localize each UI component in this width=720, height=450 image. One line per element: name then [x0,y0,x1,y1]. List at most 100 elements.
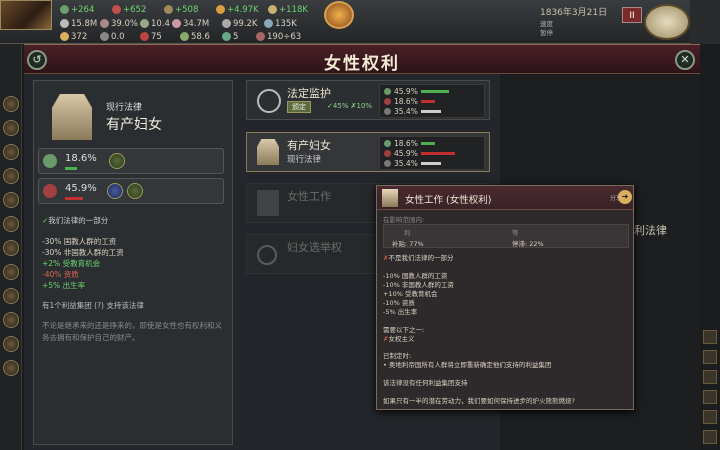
tech-icon[interactable] [3,240,19,256]
stat-authority[interactable]: 190÷63 [256,30,301,43]
interest-group-row[interactable]: 45.9% [38,178,224,204]
literacy-icon [100,19,109,28]
stat-population[interactable]: 15.8M [60,17,97,30]
game-date: 1836年3月21日 [540,8,608,18]
effect-line: -30% 国教人群的工资 [42,237,117,246]
sol-icon [140,19,149,28]
country-flag[interactable] [0,0,52,30]
money-icon [216,5,225,14]
economy-icon[interactable] [3,192,19,208]
diplomacy-nav-icon[interactable] [3,144,19,160]
army-icon [222,19,231,28]
clock-icon[interactable] [644,4,690,40]
navy-icon [264,19,273,28]
government-icon[interactable] [3,96,19,112]
guardianship-icon [257,89,281,113]
support-breakdown: 18.6% 45.9% 35.4% [379,136,485,170]
event-icon[interactable] [324,1,354,29]
approval-bar [65,197,83,200]
female-symbol-icon [257,245,277,265]
approval-bar [65,167,77,170]
stat-prestige[interactable]: 372 [60,30,87,43]
authority-icon [60,5,69,14]
top-bar: +264 +652 +508 +4.97K +118K 15.8M 39.0% … [0,0,720,44]
stat-navy[interactable]: 135K [264,17,297,30]
politics-icon[interactable] [3,120,19,136]
effect-line: -40% 资质 [42,270,79,279]
enact-chance: ✓45% ✗10% [327,102,373,110]
bureaucracy-icon [164,5,173,14]
journal-icon[interactable] [3,288,19,304]
infamy-icon [100,32,109,41]
enact-button[interactable]: 颁定 [287,101,311,113]
back-button[interactable]: ↺ [27,50,47,70]
stat-bureaucracy[interactable]: +508 [164,3,198,16]
stat-movements[interactable]: 5 [222,30,238,43]
ig-icon [384,98,391,105]
interest-group-row[interactable]: 18.6% [38,148,224,174]
background-label: 利法律 [634,224,667,237]
gdp-icon [172,19,181,28]
law-card-legal-guardianship[interactable]: 法定监护 颁定 ✓45% ✗10% 45.9% 18.6% 35.4% [246,80,490,120]
effect-line: -30% 非国教人群的工资 [42,248,124,257]
map-mode-icon[interactable] [703,370,717,384]
influence-icon [112,5,121,14]
current-law-name: 有产妇女 [106,117,162,133]
stat-infamy[interactable]: 0.0 [100,30,125,43]
page-title: 女性权利 [324,54,400,74]
map-mode-icon[interactable] [703,330,717,344]
stat-treasury[interactable]: +4.97K [216,3,259,16]
research-icon [180,32,189,41]
stat-research[interactable]: 58.6 [180,30,210,43]
movement-icon [222,32,231,41]
law-tooltip: 女性工作 (女性权利) 分享 ➜ 在影响范围内: 利 等 补贴: 77% 停滞:… [376,185,634,410]
ig-icon [384,140,391,147]
stat-influence[interactable]: +652 [112,3,146,16]
stat-sol[interactable]: 10.4 [140,17,170,30]
map-mode-icon[interactable] [703,430,717,444]
ledger-icon[interactable] [3,336,19,352]
building-icon [382,189,398,207]
menu-panel[interactable] [690,0,720,44]
law-card-propertied-women[interactable]: 有产妇女 现行法律 18.6% 45.9% 35.4% [246,132,490,172]
left-sidebar [0,44,22,450]
effect-line: +2% 受教育机会 [42,259,101,268]
stat-diplomacy[interactable]: 75 [140,30,162,43]
panel-header: 女性权利 [24,44,700,74]
trade-icon[interactable] [3,216,19,232]
coin-icon [268,5,277,14]
population-icon [60,19,69,28]
ig-leader-icon[interactable] [127,183,143,199]
diplomacy-icon [140,32,149,41]
ig-icon [384,160,391,167]
ig-leader-icon[interactable] [107,183,123,199]
stat-army[interactable]: 99.2K [222,17,258,30]
culture-icon[interactable] [3,264,19,280]
military-icon[interactable] [3,168,19,184]
map-mode-icon[interactable] [703,410,717,424]
landowners-icon [43,184,57,198]
rural-folk-icon [43,154,57,168]
not-part-label: ✗不是我们法律的一部分 [383,254,454,262]
outliner-icon[interactable] [3,360,19,376]
close-button[interactable]: ✕ [675,50,695,70]
building-icon [52,94,92,140]
ig-leader-icon[interactable] [109,153,125,169]
stat-income[interactable]: +118K [268,3,308,16]
effect-line: +5% 出生率 [42,281,86,290]
prestige-icon [60,32,69,41]
map-mode-icon[interactable] [703,390,717,404]
market-icon[interactable] [3,312,19,328]
is-part-label: ✓我们法律的一部分 [42,216,109,225]
map-mode-icon[interactable] [703,350,717,364]
ig-icon [384,88,391,95]
stat-legitimacy[interactable]: +264 [60,3,94,16]
law-description: 不论是继承来的还是挣来的，即使是女性也有权利和义务去拥有和保护自己的财产。 [42,321,222,342]
support-summary[interactable]: 有1个利益集团 (?) 支持该法律 [42,300,144,311]
stat-gdp[interactable]: 34.7M [172,17,209,30]
enactment-stats: 利 等 补贴: 77% 停滞: 22% [383,224,629,248]
pause-button[interactable]: II [622,7,642,23]
stat-literacy[interactable]: 39.0% [100,17,138,30]
pin-tooltip-button[interactable]: ➜ [618,190,632,204]
ig-icon [384,108,391,115]
